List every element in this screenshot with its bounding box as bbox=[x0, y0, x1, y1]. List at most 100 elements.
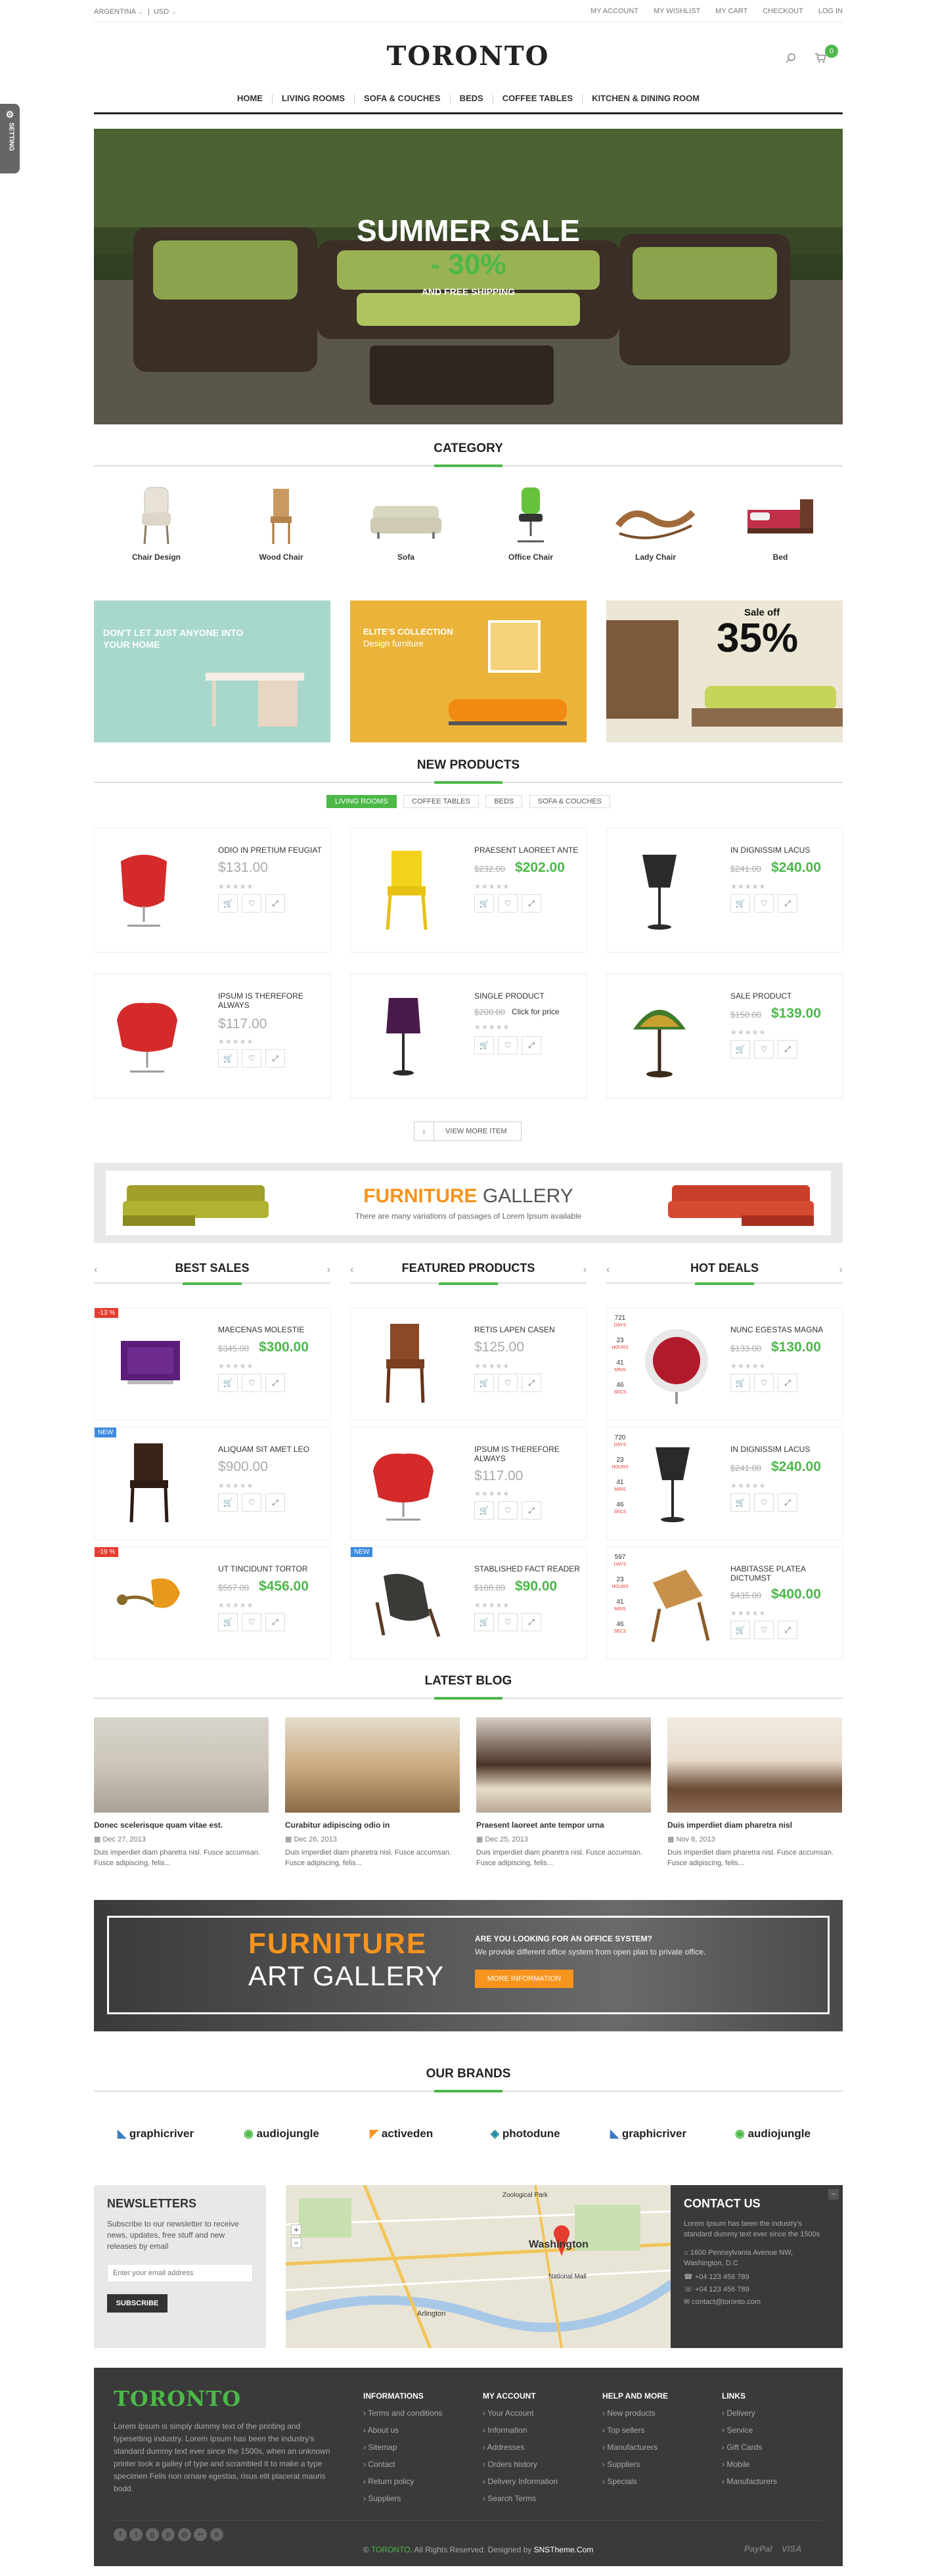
add-to-cart-icon[interactable]: 🛒 bbox=[474, 894, 494, 913]
subscribe-button[interactable]: SUBSCRIBE bbox=[107, 2294, 167, 2313]
blog-post[interactable]: Donec scelerisque quam vitae est. ▦ Dec … bbox=[94, 1717, 269, 1868]
compare-icon[interactable]: ⤢ bbox=[522, 1613, 541, 1631]
wishlist-icon[interactable]: ♡ bbox=[242, 1613, 261, 1631]
compare-icon[interactable]: ⤢ bbox=[778, 1621, 797, 1639]
compare-icon[interactable]: ⤢ bbox=[522, 894, 541, 913]
wishlist-icon[interactable]: ♡ bbox=[242, 1049, 261, 1068]
tab-living-rooms[interactable]: LIVING ROOMS bbox=[326, 795, 397, 808]
skype-icon[interactable]: s bbox=[210, 2528, 223, 2541]
next-arrow-icon[interactable]: › bbox=[583, 1264, 587, 1276]
wishlist-icon[interactable]: ♡ bbox=[242, 1374, 261, 1392]
footer-logo[interactable]: TORONTO bbox=[114, 2386, 241, 2411]
compare-icon[interactable]: ⤢ bbox=[265, 1049, 285, 1068]
footer-link[interactable]: › Delivery Information bbox=[483, 2473, 601, 2490]
designer-link[interactable]: SNSTheme.Com bbox=[534, 2545, 594, 2554]
product-card[interactable]: -19 % UT TINCIDUNT TORTOR $567.00 $456.0… bbox=[94, 1547, 330, 1660]
footer-link[interactable]: › Sitemap bbox=[363, 2439, 481, 2456]
currency-select[interactable]: USD bbox=[154, 8, 169, 16]
product-name[interactable]: IN DIGNISSIM LACUS bbox=[730, 1445, 810, 1454]
map[interactable]: Washington Arlington Zoological Park Nat… bbox=[286, 2185, 672, 2348]
add-to-cart-icon[interactable]: 🛒 bbox=[730, 1493, 750, 1512]
product-name[interactable]: SINGLE PRODUCT bbox=[474, 991, 579, 1001]
product-name[interactable]: IPSUM IS THEREFORE ALWAYS bbox=[474, 1445, 579, 1463]
footer-link[interactable]: › Your Account bbox=[483, 2405, 601, 2422]
compare-icon[interactable]: ⤢ bbox=[265, 1613, 285, 1631]
product-name[interactable]: PRAESENT LAOREET ANTE bbox=[474, 846, 579, 855]
wishlist-icon[interactable]: ♡ bbox=[754, 1374, 774, 1392]
compare-icon[interactable]: ⤢ bbox=[265, 1493, 285, 1512]
product-name[interactable]: SALE PRODUCT bbox=[730, 991, 836, 1001]
tab-beds[interactable]: BEDS bbox=[485, 795, 523, 808]
product-card[interactable]: SALE PRODUCT $150.00 $139.00 ★★★★★ 🛒 ♡ ⤢ bbox=[606, 974, 843, 1098]
next-arrow-icon[interactable]: › bbox=[839, 1264, 843, 1276]
footer-link[interactable]: › Delivery bbox=[722, 2405, 834, 2422]
product-card[interactable]: SINGLE PRODUCT $200.00 Click for price ★… bbox=[350, 974, 587, 1098]
compare-icon[interactable]: ⤢ bbox=[265, 894, 285, 913]
footer-link[interactable]: › Gift Cards bbox=[722, 2439, 834, 2456]
blog-post-title[interactable]: Duis imperdiet diam pharetra nisl bbox=[667, 1820, 842, 1830]
footer-link[interactable]: › Suppliers bbox=[363, 2490, 481, 2507]
category-item[interactable]: Sofa bbox=[344, 486, 468, 562]
my-account-link[interactable]: MY ACCOUNT bbox=[591, 7, 638, 15]
click-for-price-link[interactable]: Click for price bbox=[512, 1007, 560, 1016]
product-name[interactable]: UT TINCIDUNT TORTOR bbox=[218, 1564, 307, 1573]
product-card[interactable]: RETIS LAPEN CASEN $125.00 ★★★★★ 🛒 ♡ ⤢ bbox=[350, 1307, 587, 1420]
contact-email-link[interactable]: contact@toronto.com bbox=[692, 2298, 761, 2306]
dribbble-icon[interactable]: ◎ bbox=[177, 2528, 191, 2541]
wishlist-icon[interactable]: ♡ bbox=[754, 1040, 774, 1058]
product-name[interactable]: STABLISHED FACT READER bbox=[474, 1564, 580, 1573]
add-to-cart-icon[interactable]: 🛒 bbox=[218, 1493, 238, 1512]
category-item[interactable]: Wood Chair bbox=[219, 486, 344, 562]
cart-icon[interactable] bbox=[814, 53, 826, 63]
country-select[interactable]: ARGENTINA bbox=[94, 8, 136, 16]
add-to-cart-icon[interactable]: 🛒 bbox=[218, 1613, 238, 1631]
footer-link[interactable]: › Contact bbox=[363, 2456, 481, 2473]
compare-icon[interactable]: ⤢ bbox=[522, 1036, 541, 1054]
facebook-icon[interactable]: f bbox=[114, 2528, 127, 2541]
add-to-cart-icon[interactable]: 🛒 bbox=[730, 1040, 750, 1058]
blog-post[interactable]: Duis imperdiet diam pharetra nisl ▦ Nov … bbox=[667, 1717, 842, 1868]
nav-coffee-tables[interactable]: COFFEE TABLES bbox=[493, 85, 582, 111]
more-information-button[interactable]: MORE INFORMATION bbox=[475, 1970, 573, 1988]
footer-link[interactable]: › Terms and conditions bbox=[363, 2405, 481, 2422]
add-to-cart-icon[interactable]: 🛒 bbox=[474, 1036, 494, 1054]
product-card[interactable]: 597 DAYS 23 HOURS 41 MINS 46 SECS HABITASSE … bbox=[606, 1547, 843, 1660]
prev-arrow-icon[interactable]: ‹ bbox=[606, 1264, 610, 1276]
setting-tab[interactable]: ⚙ SETTING bbox=[0, 104, 20, 173]
product-card[interactable]: NEW STABLISHED FACT READER $108.00 $90.0… bbox=[350, 1547, 587, 1660]
google-plus-icon[interactable]: g bbox=[145, 2528, 159, 2541]
close-icon[interactable]: − bbox=[828, 2189, 839, 2200]
product-card[interactable]: IN DIGNISSIM LACUS $241.00 $240.00 ★★★★★… bbox=[606, 828, 843, 953]
wishlist-icon[interactable]: ♡ bbox=[754, 1621, 774, 1639]
art-gallery-banner[interactable]: FURNITURE ART GALLERY ARE YOU LOOKING FO… bbox=[94, 1900, 843, 2031]
footer-link[interactable]: › Suppliers bbox=[602, 2456, 721, 2473]
product-card[interactable]: ODIO IN PRETIUM FEUGIAT $131.00 ★★★★★ 🛒 ♡… bbox=[94, 828, 330, 953]
add-to-cart-icon[interactable]: 🛒 bbox=[218, 894, 238, 913]
brand-logo[interactable]: ◣ graphicriver bbox=[610, 2127, 686, 2140]
login-link[interactable]: LOG IN bbox=[818, 7, 843, 15]
promo-banner-1[interactable]: DON'T LET JUST ANYONE INTO YOUR HOME bbox=[94, 600, 330, 742]
footer-link[interactable]: › Mobile bbox=[722, 2456, 834, 2473]
wishlist-icon[interactable]: ♡ bbox=[498, 1374, 518, 1392]
brand-logo[interactable]: ◉ audiojungle bbox=[244, 2127, 319, 2140]
search-icon[interactable] bbox=[786, 53, 796, 63]
my-cart-link[interactable]: MY CART bbox=[715, 7, 747, 15]
footer-link[interactable]: › Orders history bbox=[483, 2456, 601, 2473]
prev-arrow-icon[interactable]: ‹ bbox=[94, 1264, 97, 1276]
promo-banner-2[interactable]: ELITE'S COLLECTION Design furniture bbox=[350, 600, 587, 742]
category-item[interactable]: Bed bbox=[718, 486, 843, 562]
brand-logo[interactable]: ◣ graphicriver bbox=[118, 2127, 194, 2140]
add-to-cart-icon[interactable]: 🛒 bbox=[474, 1374, 494, 1392]
compare-icon[interactable]: ⤢ bbox=[778, 1040, 797, 1058]
wishlist-icon[interactable]: ♡ bbox=[498, 1613, 518, 1631]
wishlist-icon[interactable]: ♡ bbox=[754, 894, 774, 913]
add-to-cart-icon[interactable]: 🛒 bbox=[218, 1049, 238, 1068]
hero-banner[interactable]: SUMMER SALE - 30% AND FREE SHIPPING bbox=[94, 129, 843, 424]
category-item[interactable]: Office Chair bbox=[468, 486, 593, 562]
product-card[interactable]: IPSUM IS THEREFORE ALWAYS $117.00 ★★★★★ … bbox=[94, 974, 330, 1098]
wishlist-icon[interactable]: ♡ bbox=[498, 1036, 518, 1054]
add-to-cart-icon[interactable]: 🛒 bbox=[730, 1621, 750, 1639]
product-card[interactable]: 721 DAYS 23 HOURS 41 MINS 46 SECS NUNC EGEST… bbox=[606, 1307, 843, 1420]
email-input[interactable] bbox=[107, 2264, 253, 2282]
promo-banner-3[interactable]: Sale off 35% bbox=[606, 600, 843, 742]
